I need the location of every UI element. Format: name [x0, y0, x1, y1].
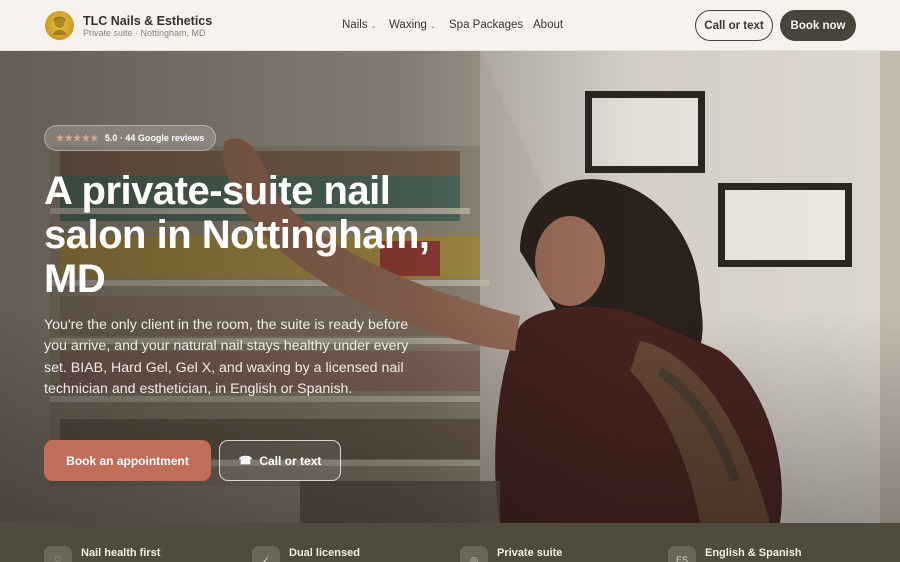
chevron-down-icon: ⌄ [429, 23, 436, 30]
rating-badge[interactable]: ★★★★★ 5.0 · 44 Google reviews [44, 125, 217, 151]
book-appointment-button[interactable]: Book an appointment [44, 440, 211, 481]
feature-label: Nail health first [81, 547, 161, 559]
brand-subtitle: Private suite · Nottingham, MD [83, 28, 206, 38]
lock-icon: ◎ [460, 546, 488, 562]
feature-label: Dual licensed [289, 547, 360, 559]
feature-label: Private suite [497, 547, 563, 559]
nav-item-about[interactable]: About [533, 19, 563, 31]
nav-item-label: About [533, 19, 564, 31]
nav-item-label: Spa Packages [449, 19, 524, 31]
phone-icon: ☎ [238, 455, 253, 467]
site-header: TLC Nails & Esthetics Private suite · No… [0, 0, 900, 51]
nav-item-spa-packages[interactable]: Spa Packages [449, 19, 523, 31]
language-icon: ES [668, 546, 696, 562]
check-icon: ✓ [252, 546, 280, 562]
feature-label: English & Spanish [705, 547, 802, 559]
nav-item-label: Waxing [389, 19, 427, 31]
brand-logo[interactable] [45, 11, 74, 40]
hero-section: ★★★★★ 5.0 · 44 Google reviews A private-… [0, 51, 900, 523]
rating-text: 5.0 · 44 Google reviews [104, 133, 205, 143]
nav-item-waxing[interactable]: Waxing ⌄ [389, 19, 436, 31]
header-call-button[interactable]: Call or text [695, 10, 773, 41]
chevron-down-icon: ⌄ [370, 23, 377, 30]
features-strip: ♡ Nail health first ✓ Dual licensed ◎ Pr… [0, 523, 900, 562]
brand-name[interactable]: TLC Nails & Esthetics [83, 14, 212, 28]
star-rating-icon: ★★★★★ [56, 132, 99, 143]
nav-item-label: Nails [342, 19, 368, 31]
hero-call-label: Call or text [259, 453, 322, 468]
hero-description: You're the only client in the room, the … [44, 317, 409, 397]
hero-headline: A private-suite nail salon in Nottingham… [44, 169, 430, 301]
nav-item-nails[interactable]: Nails ⌄ [342, 19, 376, 31]
heart-icon: ♡ [44, 546, 72, 562]
hero-call-button[interactable]: ☎ Call or text [219, 440, 341, 481]
header-book-button[interactable]: Book now [780, 10, 856, 41]
